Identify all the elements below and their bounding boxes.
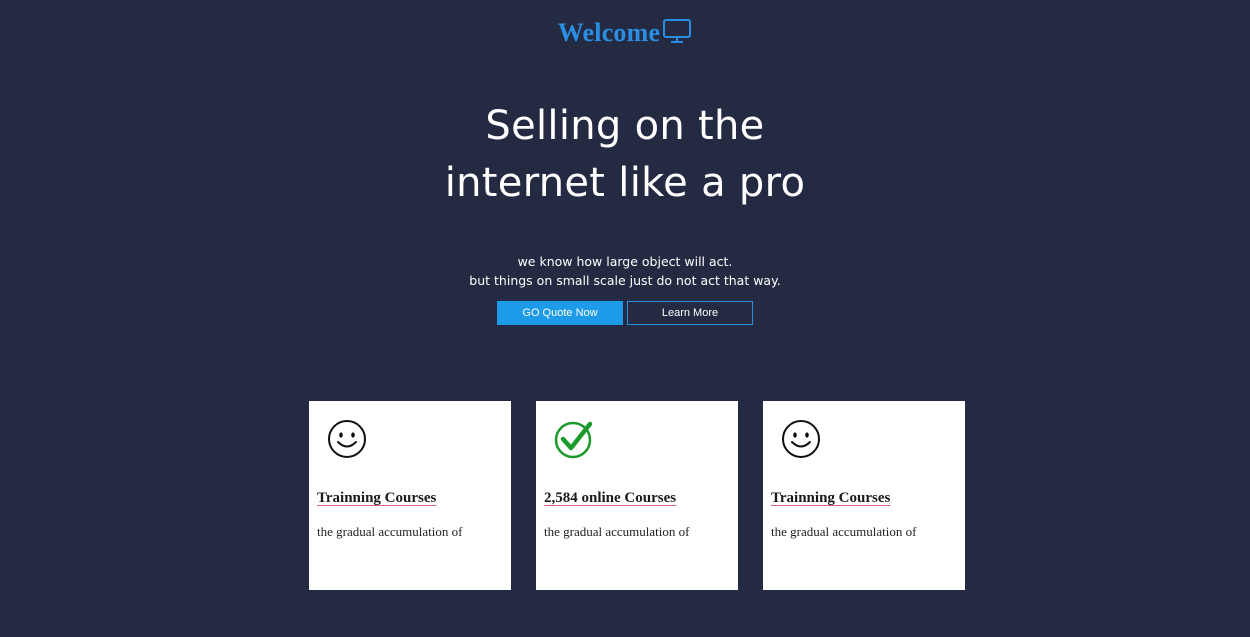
hero-subtitle: we know how large object will act. but t… <box>0 252 1250 290</box>
headline-line-1: Selling on the <box>485 103 765 149</box>
hero-headline: Selling on the internet like a pro <box>0 98 1250 212</box>
feature-cards: Trainning Courses the gradual accumulati… <box>309 401 965 590</box>
subtitle-line-1: we know how large object will act. <box>517 254 733 269</box>
card-title[interactable]: 2,584 online Courses <box>544 490 676 507</box>
smiley-icon <box>781 419 821 459</box>
checkmark-icon <box>554 419 594 459</box>
subtitle-line-2: but things on small scale just do not ac… <box>469 273 781 288</box>
feature-card-trainning-courses[interactable]: Trainning Courses the gradual accumulati… <box>309 401 511 590</box>
card-title[interactable]: Trainning Courses <box>771 490 890 507</box>
hero-actions: GO Quote Now Learn More <box>0 301 1250 325</box>
feature-card-online-courses[interactable]: 2,584 online Courses the gradual accumul… <box>536 401 738 590</box>
smiley-icon <box>327 419 367 459</box>
learn-more-button[interactable]: Learn More <box>627 301 753 325</box>
go-quote-now-button[interactable]: GO Quote Now <box>497 301 623 325</box>
card-text: the gradual accumulation of <box>544 524 690 539</box>
card-text: the gradual accumulation of <box>771 524 917 539</box>
monitor-icon <box>662 18 692 44</box>
feature-card-trainning-courses-2[interactable]: Trainning Courses the gradual accumulati… <box>763 401 965 590</box>
card-title[interactable]: Trainning Courses <box>317 490 436 507</box>
site-brand: Welcome <box>0 18 1250 48</box>
headline-line-2: internet like a pro <box>444 160 806 206</box>
brand-title: Welcome <box>557 18 661 47</box>
card-text: the gradual accumulation of <box>317 524 463 539</box>
